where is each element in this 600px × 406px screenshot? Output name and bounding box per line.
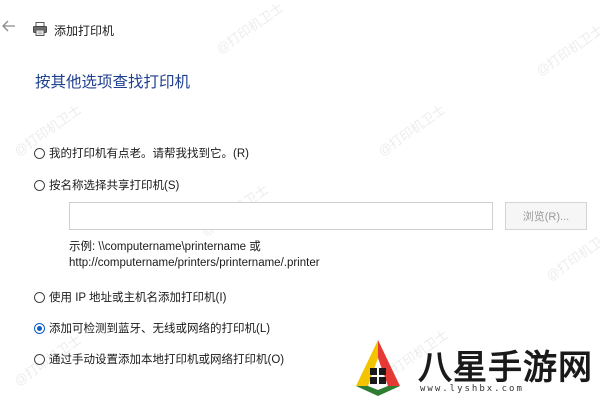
printer-icon bbox=[32, 21, 48, 37]
arrow-left-icon[interactable] bbox=[2, 19, 22, 39]
example-text-line1: 示例: \\computername\printername 或 bbox=[69, 241, 261, 253]
option-label: 通过手动设置添加本地打印机或网络打印机(O) bbox=[49, 354, 285, 366]
watermark: @打印机卫士 bbox=[543, 226, 600, 284]
option-label: 添加可检测到蓝牙、无线或网络的打印机(L) bbox=[49, 323, 271, 335]
logo-mark-icon bbox=[348, 338, 408, 398]
example-text-line2: http://computername/printers/printername… bbox=[69, 257, 320, 269]
radio-option-manual-local[interactable]: 通过手动设置添加本地打印机或网络打印机(O) bbox=[34, 351, 284, 367]
title-bar: 添加打印机 bbox=[0, 0, 600, 44]
site-logo: 八星手游网 www.lyshbx.com bbox=[348, 334, 600, 406]
radio-button[interactable] bbox=[34, 291, 45, 303]
page-heading: 按其他选项查找打印机 bbox=[35, 74, 191, 91]
watermark: @打印机卫士 bbox=[375, 101, 449, 159]
radio-option-shared-by-name[interactable]: 按名称选择共享打印机(S) bbox=[34, 177, 179, 193]
window-title: 添加打印机 bbox=[54, 24, 115, 38]
option-label: 使用 IP 地址或主机名添加打印机(I) bbox=[49, 292, 227, 304]
logo-url: www.lyshbx.com bbox=[420, 384, 524, 394]
shared-printer-name-input[interactable] bbox=[69, 202, 493, 230]
browse-button[interactable]: 浏览(R)... bbox=[505, 202, 587, 230]
radio-option-ip-hostname[interactable]: 使用 IP 地址或主机名添加打印机(I) bbox=[34, 289, 226, 305]
radio-option-bluetooth-wireless[interactable]: 添加可检测到蓝牙、无线或网络的打印机(L) bbox=[34, 320, 270, 336]
radio-button[interactable] bbox=[34, 147, 45, 159]
radio-option-old-printer[interactable]: 我的打印机有点老。请帮我找到它。(R) bbox=[34, 145, 249, 161]
radio-button-selected[interactable] bbox=[34, 322, 45, 334]
option-label: 我的打印机有点老。请帮我找到它。(R) bbox=[49, 148, 249, 160]
logo-text: 八星手游网 bbox=[418, 349, 593, 387]
radio-button[interactable] bbox=[34, 179, 45, 191]
radio-button[interactable] bbox=[34, 353, 45, 365]
option-label: 按名称选择共享打印机(S) bbox=[49, 180, 180, 192]
